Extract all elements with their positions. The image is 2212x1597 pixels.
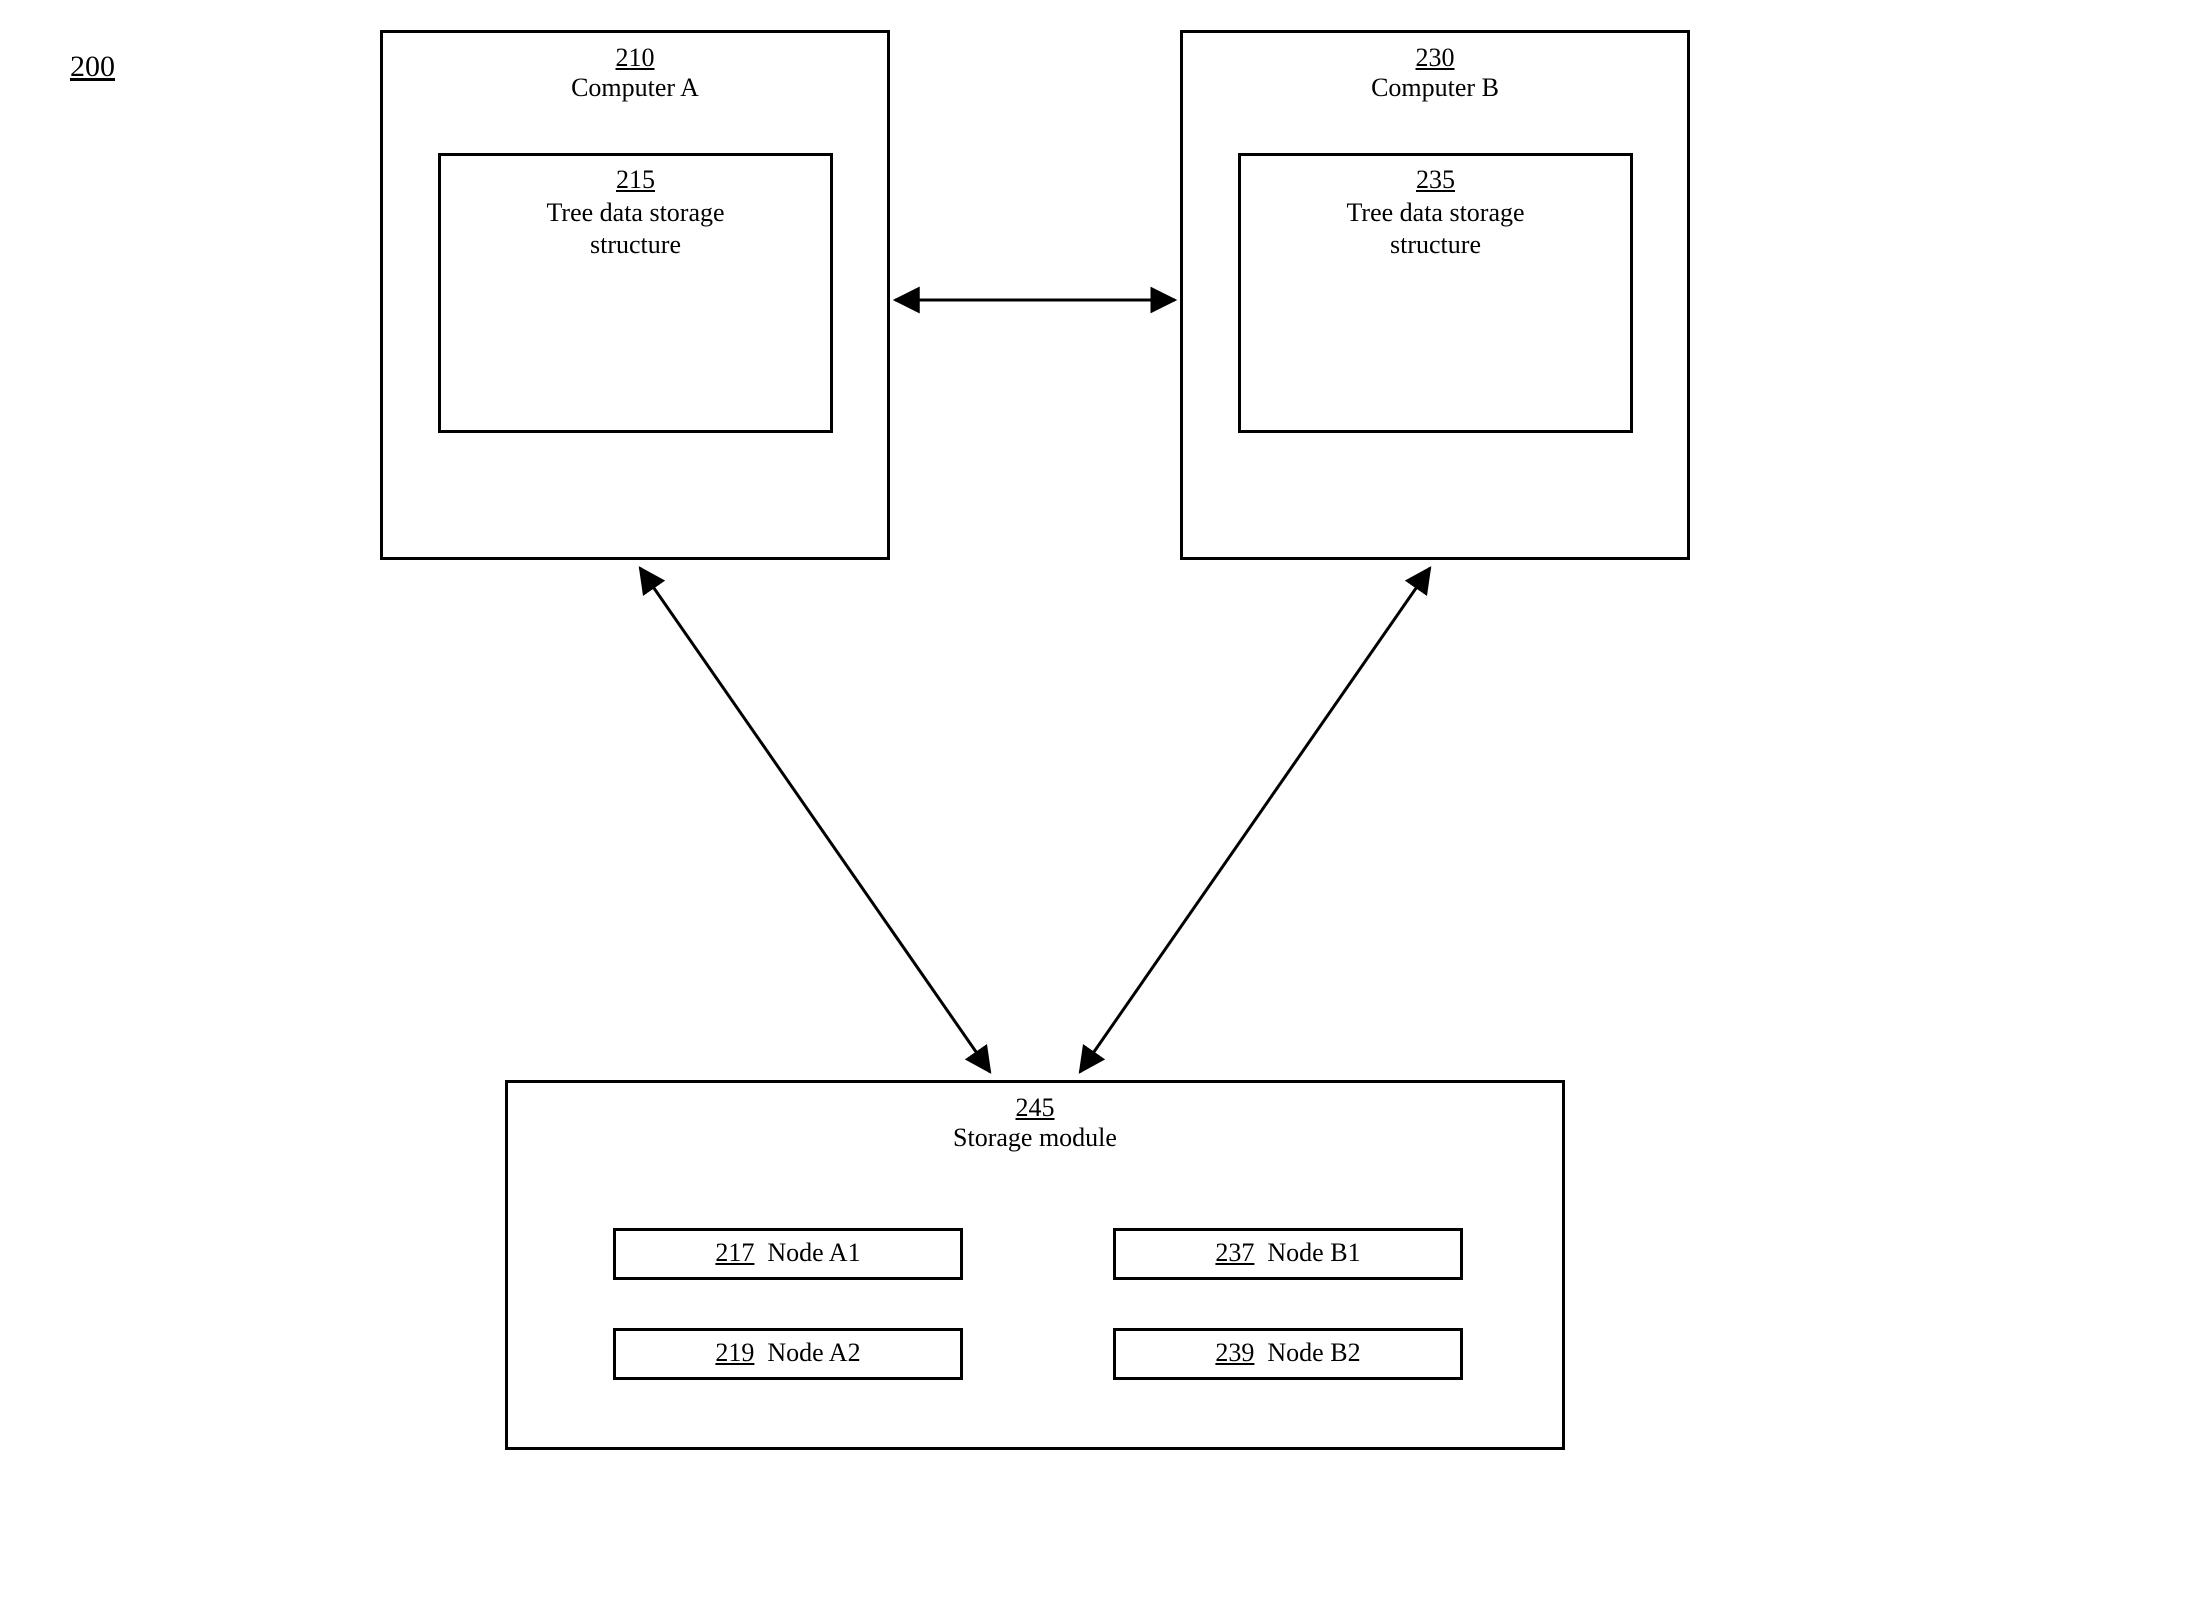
node-b2-label: Node B2 — [1267, 1338, 1360, 1367]
tree-storage-a-box: 215 Tree data storage structure — [438, 153, 833, 433]
computer-b-title: 230 Computer B — [1183, 33, 1687, 103]
computer-b-box: 230 Computer B 235 Tree data storage str… — [1180, 30, 1690, 560]
node-a2-label: Node A2 — [767, 1338, 860, 1367]
tree-storage-a-line2: structure — [590, 230, 681, 259]
node-a1-num: 217 — [715, 1238, 754, 1267]
computer-b-label: Computer B — [1371, 73, 1499, 102]
storage-module-label: Storage module — [953, 1123, 1117, 1152]
tree-storage-a-num: 215 — [616, 165, 655, 194]
tree-storage-a-line1: Tree data storage — [546, 198, 724, 227]
node-a1-label: Node A1 — [767, 1238, 860, 1267]
arrow-a-storage — [640, 568, 990, 1072]
computer-a-num: 210 — [616, 43, 655, 72]
node-a2-box: 219 Node A2 — [613, 1328, 963, 1380]
node-b2-box: 239 Node B2 — [1113, 1328, 1463, 1380]
node-b1-label: Node B1 — [1267, 1238, 1360, 1267]
storage-module-box: 245 Storage module 217 Node A1 219 Node … — [505, 1080, 1565, 1450]
tree-storage-a-label: 215 Tree data storage structure — [441, 156, 830, 262]
tree-storage-b-box: 235 Tree data storage structure — [1238, 153, 1633, 433]
node-b1-num: 237 — [1215, 1238, 1254, 1267]
node-b2-num: 239 — [1215, 1338, 1254, 1367]
computer-a-box: 210 Computer A 215 Tree data storage str… — [380, 30, 890, 560]
node-a2-num: 219 — [715, 1338, 754, 1367]
computer-b-num: 230 — [1416, 43, 1455, 72]
arrow-b-storage — [1080, 568, 1430, 1072]
computer-a-label: Computer A — [571, 73, 699, 102]
tree-storage-b-num: 235 — [1416, 165, 1455, 194]
figure-number: 200 — [70, 50, 115, 84]
node-b1-box: 237 Node B1 — [1113, 1228, 1463, 1280]
diagram-canvas: 200 210 Computer A 215 Tree data storage… — [0, 0, 2212, 1597]
storage-module-num: 245 — [1016, 1093, 1055, 1122]
node-a1-box: 217 Node A1 — [613, 1228, 963, 1280]
computer-a-title: 210 Computer A — [383, 33, 887, 103]
tree-storage-b-line1: Tree data storage — [1346, 198, 1524, 227]
tree-storage-b-label: 235 Tree data storage structure — [1241, 156, 1630, 262]
tree-storage-b-line2: structure — [1390, 230, 1481, 259]
storage-module-title: 245 Storage module — [508, 1083, 1562, 1153]
